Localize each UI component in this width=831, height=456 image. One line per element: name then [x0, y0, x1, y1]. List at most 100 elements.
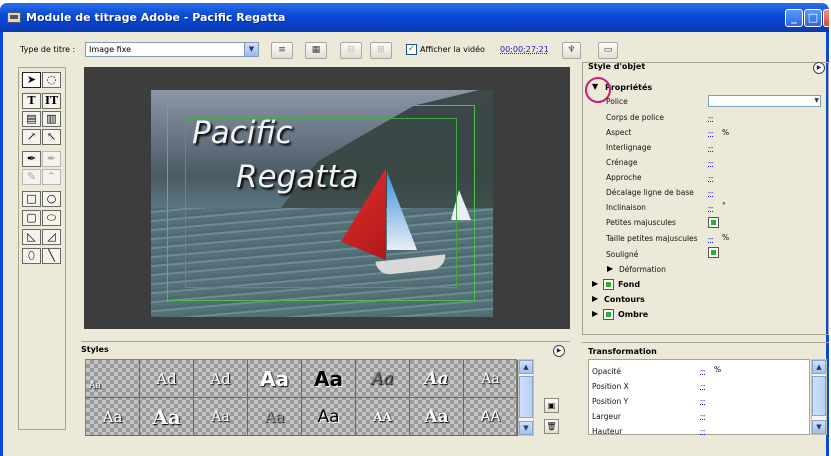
small-caps-size-value[interactable]: --	[708, 234, 713, 243]
fill-checkbox[interactable]	[603, 279, 614, 290]
font-select[interactable]: ▼	[708, 95, 821, 107]
prop-label-slant: Inclinaison	[606, 203, 646, 212]
vertical-type-tool-icon[interactable]: IT	[42, 93, 61, 109]
transform-scrollbar[interactable]: ▲ ▼	[811, 359, 827, 435]
close-icon[interactable]	[823, 9, 829, 27]
window-title: Module de titrage Adobe - Pacific Regatt…	[26, 11, 286, 24]
style-swatch[interactable]: Aa	[464, 360, 518, 398]
title-text-line-1[interactable]: Pacific	[192, 115, 292, 151]
prop-label-font: Police	[606, 97, 628, 106]
style-swatch[interactable]: Aa	[248, 398, 302, 436]
line-tool-icon[interactable]: ╲	[42, 248, 61, 264]
convert-anchor-icon[interactable]: ⌃	[42, 169, 61, 185]
scroll-down-icon[interactable]: ▼	[519, 421, 533, 435]
style-swatch[interactable]: Aa	[410, 360, 464, 398]
rounded-rectangle-tool-icon[interactable]: ▢	[22, 210, 41, 226]
delete-anchor-icon[interactable]: ✒	[42, 151, 61, 167]
style-swatch[interactable]: Aa	[302, 360, 356, 398]
style-swatch[interactable]: Aa	[356, 360, 410, 398]
title-type-select[interactable]: Image fixe ▼	[85, 42, 259, 57]
ellipse-tool-icon[interactable]: ○	[42, 191, 61, 207]
type-tool-icon[interactable]: T	[22, 93, 41, 109]
styles-swatch-grid: Aa Ad Ad Aa Aa Aa Aa Aa Aa Aa Aa Aa Aa AA Aa AA	[85, 359, 518, 436]
style-swatch-sample: Aa	[260, 366, 289, 391]
style-swatch[interactable]: Aa	[410, 398, 464, 436]
roll-crawl-options-icon[interactable]: ≡	[271, 42, 293, 59]
expand-triangle-icon[interactable]: ▶	[592, 294, 598, 303]
selection-tool-icon[interactable]: ➤	[22, 72, 41, 88]
show-video-checkbox[interactable]: ✓	[406, 44, 417, 55]
leading-value[interactable]: --	[708, 143, 713, 152]
delete-style-icon[interactable]: 🗑	[544, 419, 559, 434]
styles-scrollbar[interactable]: ▲ ▼	[518, 359, 534, 436]
style-swatch[interactable]: Ad	[194, 360, 248, 398]
expand-triangle-icon[interactable]: ▶	[592, 279, 598, 288]
font-size-value[interactable]: --	[708, 113, 713, 122]
style-swatch[interactable]: AA	[356, 398, 410, 436]
vertical-area-type-tool-icon[interactable]: ▥	[42, 111, 61, 127]
timecode-marker-icon[interactable]: ♆	[562, 42, 581, 59]
minimize-icon[interactable]: _	[785, 9, 803, 27]
rotate-tool-icon[interactable]: ◌	[42, 72, 61, 88]
scroll-up-icon[interactable]: ▲	[812, 360, 826, 374]
tab-stops-icon[interactable]: ⊞	[370, 42, 392, 59]
opacity-unit: %	[714, 365, 722, 374]
small-caps-checkbox[interactable]	[708, 217, 719, 228]
panel-menu-icon[interactable]: ▶	[813, 62, 825, 74]
kerning-value[interactable]: --	[708, 158, 713, 167]
scroll-thumb[interactable]	[519, 376, 533, 418]
style-swatch-sample: Aa	[264, 407, 285, 426]
vertical-path-type-tool-icon[interactable]: ↖	[42, 129, 61, 145]
width-value[interactable]: --	[700, 411, 705, 420]
tracking-value[interactable]: --	[708, 173, 713, 182]
style-swatch[interactable]: Aa	[194, 398, 248, 436]
timecode-field[interactable]: 00;00;27;21	[500, 45, 549, 54]
slant-value[interactable]: --	[708, 203, 713, 212]
maximize-icon[interactable]: □	[804, 9, 822, 27]
expand-triangle-icon[interactable]: ▶	[592, 309, 598, 318]
align-left-icon[interactable]: ⊟	[340, 42, 362, 59]
expand-triangle-icon[interactable]: ▶	[607, 264, 613, 273]
style-swatch[interactable]: Aa	[248, 360, 302, 398]
export-frame-icon[interactable]: ▭	[598, 42, 618, 59]
position-x-value[interactable]: --	[700, 381, 705, 390]
height-value[interactable]: --	[700, 426, 705, 435]
dropdown-arrow-icon[interactable]: ▼	[814, 96, 819, 106]
style-swatch[interactable]: Ad	[140, 360, 194, 398]
shadow-checkbox[interactable]	[603, 309, 614, 320]
opacity-value[interactable]: --	[700, 366, 705, 375]
scroll-thumb[interactable]	[812, 376, 826, 416]
style-swatch[interactable]: Aa	[302, 398, 356, 436]
style-swatch[interactable]: Aa	[86, 398, 140, 436]
style-swatch-sample: AA	[480, 408, 501, 425]
dropdown-arrow-icon[interactable]: ▼	[244, 43, 258, 56]
shadow-section[interactable]: Ombre	[618, 310, 648, 319]
rounded-corner-tool-icon[interactable]: ⬭	[42, 210, 61, 226]
scroll-down-icon[interactable]: ▼	[812, 420, 826, 434]
style-swatch[interactable]: AA	[464, 398, 518, 436]
position-y-value[interactable]: --	[700, 396, 705, 405]
new-style-icon[interactable]: ▣	[544, 398, 559, 413]
strokes-section[interactable]: Contours	[604, 295, 645, 304]
deformation-section[interactable]: Déformation	[619, 265, 666, 274]
fill-section[interactable]: Fond	[618, 280, 640, 289]
underline-checkbox[interactable]	[708, 247, 719, 258]
path-type-tool-icon[interactable]: ↗	[22, 129, 41, 145]
aspect-value[interactable]: --	[708, 128, 713, 137]
panel-menu-icon[interactable]: ▶	[553, 345, 565, 357]
style-swatch[interactable]: Aa	[86, 360, 140, 398]
pen-tool-icon[interactable]: ✒	[22, 151, 41, 167]
rectangle-tool-icon[interactable]: □	[22, 191, 41, 207]
templates-icon[interactable]: ▦	[305, 42, 327, 59]
area-type-tool-icon[interactable]: ▤	[22, 111, 41, 127]
arc-tool-icon[interactable]: ◿	[42, 229, 61, 245]
clipped-corner-tool-icon[interactable]: ⬯	[22, 248, 41, 264]
scroll-up-icon[interactable]: ▲	[519, 360, 533, 374]
title-text-line-2[interactable]: Regatta	[236, 159, 359, 195]
wedge-tool-icon[interactable]: ◺	[22, 229, 41, 245]
prop-label-aspect: Aspect	[606, 128, 632, 137]
add-anchor-icon[interactable]: ✎	[22, 169, 41, 185]
style-swatch-sample: Aa	[211, 408, 230, 425]
baseline-shift-value[interactable]: --	[708, 188, 713, 197]
style-swatch[interactable]: Aa	[140, 398, 194, 436]
